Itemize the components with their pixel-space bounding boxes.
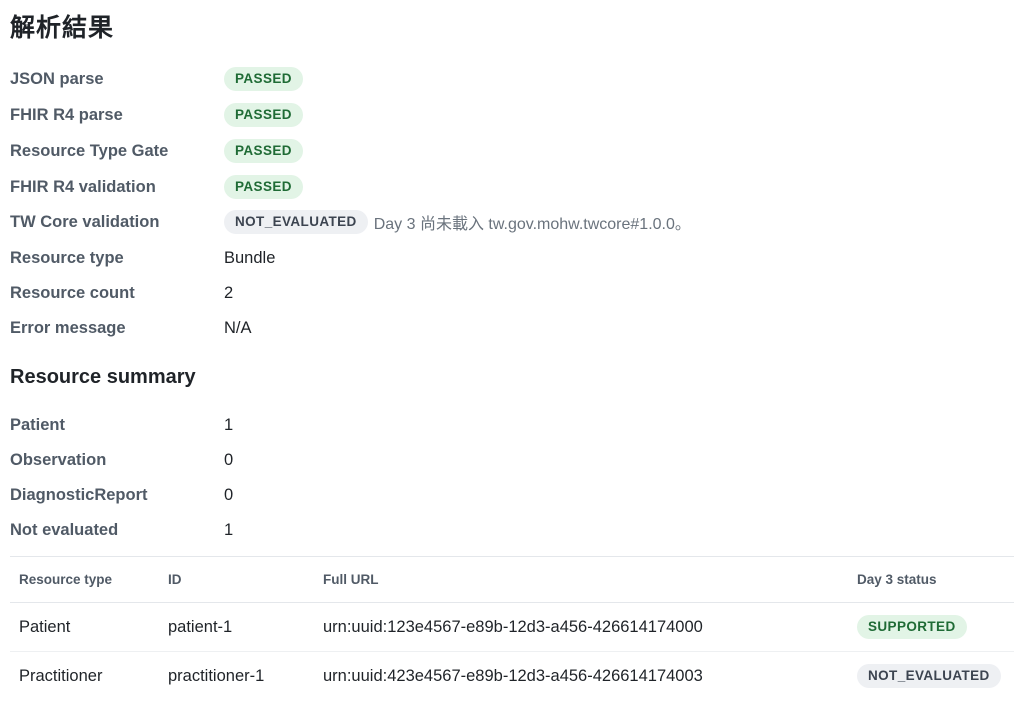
resource-table: Resource type ID Full URL Day 3 status P… — [10, 556, 1014, 700]
status-note: Day 3 尚未載入 tw.gov.mohw.twcore#1.0.0。 — [373, 216, 691, 233]
status-badge: PASSED — [224, 139, 303, 163]
check-label: TW Core validation — [10, 212, 160, 231]
detail-value: Bundle — [224, 248, 276, 267]
cell-full-url: urn:uuid:423e4567-e89b-12d3-a456-4266141… — [323, 666, 703, 685]
cell-id: practitioner-1 — [168, 666, 265, 685]
check-label: Resource Type Gate — [10, 141, 169, 160]
summary-label: Observation — [10, 450, 107, 469]
check-row-fhir-parse: FHIR R4 parse PASSED — [10, 103, 1014, 127]
cell-resource-type: Patient — [10, 602, 159, 652]
cell-status: NOT_EVALUATED — [848, 652, 1014, 701]
column-header-id: ID — [159, 556, 314, 603]
summary-row-patient: Patient 1 — [10, 413, 1014, 437]
column-header-resource-type: Resource type — [10, 556, 159, 603]
detail-value: N/A — [224, 318, 252, 337]
status-badge: NOT_EVALUATED — [224, 210, 368, 234]
summary-label: DiagnosticReport — [10, 485, 148, 504]
summary-label: Patient — [10, 415, 66, 434]
summary-value: 0 — [224, 450, 234, 469]
summary-value: 1 — [224, 520, 234, 539]
table-row: Practitioner practitioner-1 urn:uuid:423… — [10, 652, 1014, 701]
status-badge: PASSED — [224, 67, 303, 91]
status-badge: NOT_EVALUATED — [857, 664, 1001, 688]
cell-id: patient-1 — [159, 602, 314, 652]
summary-row-observation: Observation 0 — [10, 448, 1014, 472]
summary-label: Not evaluated — [10, 520, 119, 539]
cell-status: SUPPORTED — [848, 602, 1014, 652]
summary-row-diagnostic-report: DiagnosticReport 0 — [10, 483, 1014, 507]
detail-row-resource-type: Resource type Bundle — [10, 246, 1014, 270]
summary-value: 1 — [224, 415, 234, 434]
check-row-json-parse: JSON parse PASSED — [10, 67, 1014, 91]
column-header-day3-status: Day 3 status — [848, 556, 1014, 603]
check-label: JSON parse — [10, 69, 104, 88]
detail-value: 2 — [224, 283, 234, 302]
table-row: Patient patient-1 urn:uuid:123e4567-e89b… — [10, 602, 1014, 652]
page-title: 解析結果 — [10, 13, 115, 42]
detail-row-resource-count: Resource count 2 — [10, 281, 1014, 305]
summary-value: 0 — [224, 485, 234, 504]
section-title-resource-summary: Resource summary — [10, 366, 196, 388]
check-row-fhir-validation: FHIR R4 validation PASSED — [10, 175, 1014, 199]
detail-label: Resource count — [10, 283, 135, 302]
status-badge: SUPPORTED — [857, 615, 967, 639]
cell-resource-type: Practitioner — [19, 666, 103, 685]
check-row-resource-type-gate: Resource Type Gate PASSED — [10, 139, 1014, 163]
detail-label: Error message — [10, 318, 126, 337]
detail-row-error-message: Error message N/A — [10, 316, 1014, 340]
cell-full-url: urn:uuid:123e4567-e89b-12d3-a456-4266141… — [314, 602, 848, 652]
summary-row-not-evaluated: Not evaluated 1 — [10, 518, 1014, 542]
status-badge: PASSED — [224, 175, 303, 199]
check-row-twcore-validation: TW Core validation NOT_EVALUATED Day 3 尚… — [10, 210, 1014, 234]
table-header-row: Resource type ID Full URL Day 3 status — [10, 556, 1014, 603]
check-label: FHIR R4 parse — [10, 105, 123, 124]
column-header-full-url: Full URL — [314, 556, 848, 603]
status-badge: PASSED — [224, 103, 303, 127]
detail-label: Resource type — [10, 248, 124, 267]
check-label: FHIR R4 validation — [10, 177, 156, 196]
